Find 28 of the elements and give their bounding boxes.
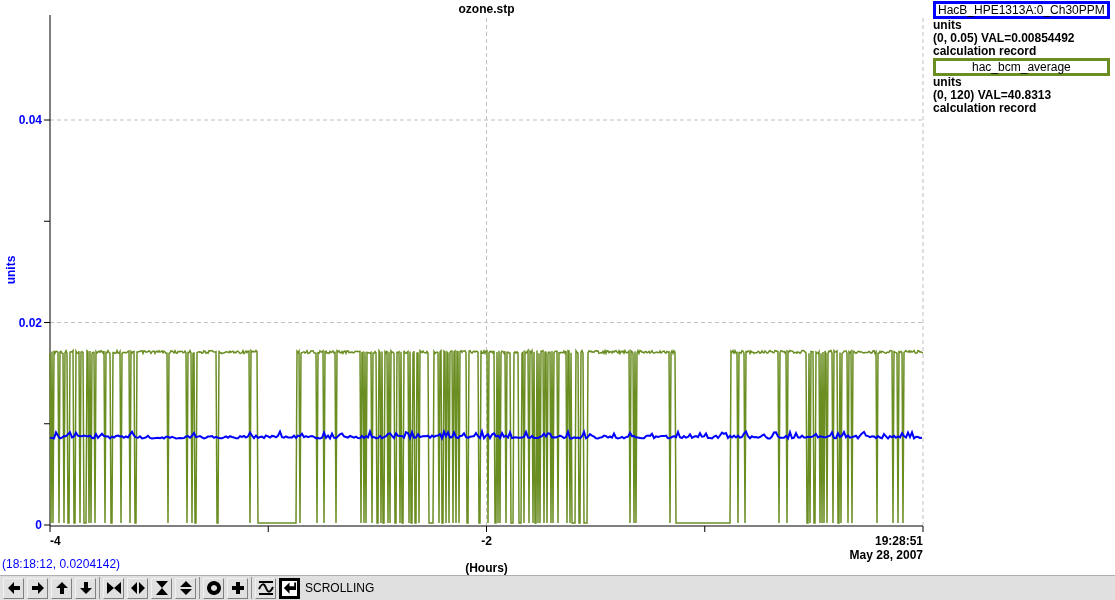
wave-icon bbox=[257, 580, 274, 596]
end-time: 19:28:51 bbox=[874, 534, 923, 548]
y-tick-label: 0.02 bbox=[18, 315, 42, 330]
x-tick-label: -4 bbox=[50, 534, 61, 548]
legend-detail: (0, 0.05) VAL=0.00854492 bbox=[933, 32, 1076, 45]
legend-detail: units bbox=[933, 19, 963, 32]
legend-detail: (0, 120) VAL=40.8313 bbox=[933, 89, 1053, 102]
vshrink-icon bbox=[153, 580, 170, 596]
x-axis-label: (Hours) bbox=[465, 561, 508, 575]
hshrink-icon bbox=[105, 580, 122, 596]
legend-trace-name[interactable]: hac_bcm_average bbox=[933, 58, 1110, 76]
hgrow-icon bbox=[129, 580, 146, 596]
y-axis-label: units bbox=[4, 255, 18, 285]
mode-label: SCROLLING bbox=[305, 580, 375, 597]
end-date: May 28, 2007 bbox=[849, 548, 923, 562]
chart-title: ozone.stp bbox=[458, 2, 515, 16]
plus-icon bbox=[229, 580, 246, 596]
right-icon bbox=[29, 580, 46, 596]
y-tick-label: 0 bbox=[35, 518, 42, 532]
return-icon bbox=[282, 580, 297, 596]
x-tick-label: -2 bbox=[481, 534, 492, 548]
legend-detail: calculation record bbox=[933, 102, 1038, 115]
y-tick-label: 0.04 bbox=[18, 113, 42, 127]
legend-detail: units bbox=[933, 76, 963, 89]
toolbar-button[interactable] bbox=[279, 577, 300, 599]
legend-trace-name[interactable]: HacB_HPE1313A:0_Ch30PPM bbox=[933, 1, 1110, 19]
cursor-readout: (18:18:12, 0.0204142) bbox=[2, 557, 121, 571]
legend-detail: calculation record bbox=[933, 45, 1038, 58]
